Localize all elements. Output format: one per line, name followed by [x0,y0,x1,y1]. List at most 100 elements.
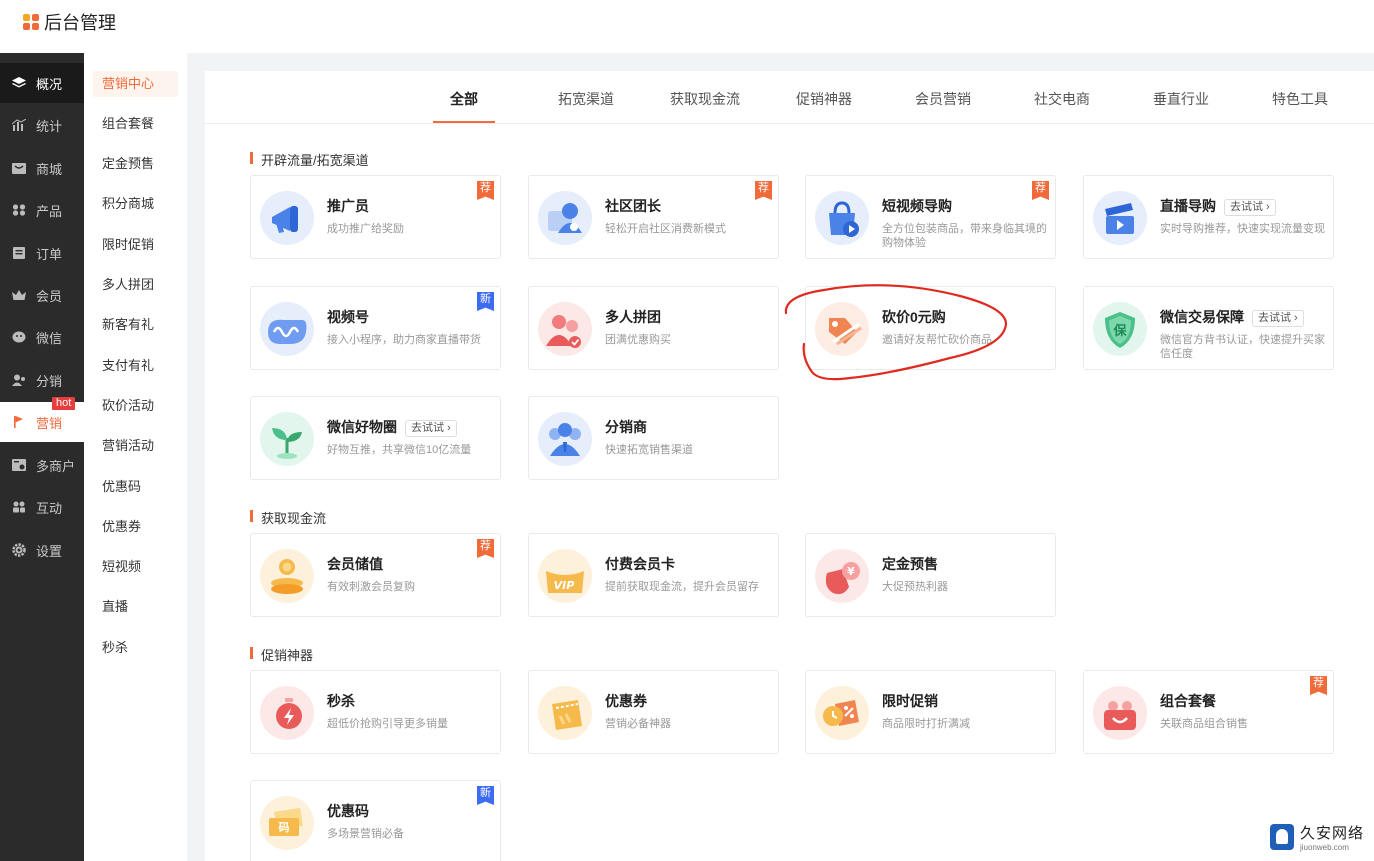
sidebar-item-overview[interactable]: 概况 [0,63,84,103]
card-seckill[interactable]: 秒杀 超低价抢购引导更多销量 [250,670,501,754]
shield-icon: 保 [1093,302,1147,356]
card-desc: 超低价抢购引导更多销量 [327,718,448,730]
recommend-badge: 荐 [477,181,494,200]
subnav-item-campaigns[interactable]: 营销活动 [93,433,178,459]
try-it-button[interactable]: 去试试 › [1252,310,1304,327]
sidebar-item-label: 商城 [36,161,63,177]
subnav-item-short-video[interactable]: 短视频 [93,554,178,580]
subnav-item-live[interactable]: 直播 [93,594,178,620]
recommend-badge: 荐 [477,539,494,558]
subnav-item-coupon[interactable]: 优惠券 [93,514,178,540]
shopping-bag-video-icon [815,191,869,245]
group-buy-icon [538,302,592,356]
sidebar-item-label: 会员 [36,288,63,304]
order-icon [11,246,27,260]
flag-icon [11,415,27,429]
card-bargain[interactable]: 砍价0元购 邀请好友帮忙砍价商品 [805,286,1056,370]
distributor-icon [538,412,592,466]
card-promoter[interactable]: 推广员 成功推广给奖励 荐 [250,175,501,259]
tab-special-tools[interactable]: 特色工具 [1272,89,1328,109]
card-coupon[interactable]: 优惠券 营销必备神器 [528,670,779,754]
tab-social-commerce[interactable]: 社交电商 [1034,89,1090,109]
price-tag-icon [815,302,869,356]
subnav-item-bundle[interactable]: 组合套餐 [93,111,178,137]
sidebar-item-order[interactable]: 订单 [0,233,84,273]
svg-text:保: 保 [1112,323,1127,339]
gift-bag-icon [1093,686,1147,740]
sidebar-item-label: 订单 [36,246,63,262]
card-wechat-good-things[interactable]: 微信好物圈 去试试 › 好物互推，共享微信10亿流量 [250,396,501,480]
section-title-promo-tools: 促销神器 [250,645,313,664]
subnav-item-promo-code[interactable]: 优惠码 [93,474,178,500]
card-title: 限时促销 [882,693,938,709]
tab-member-marketing[interactable]: 会员营销 [915,89,971,109]
subnav-item-marketing-center[interactable]: 营销中心 [93,71,178,97]
card-desc: 轻松开启社区消费新模式 [605,223,726,235]
tab-channels[interactable]: 拓宽渠道 [558,89,614,109]
card-title: 付费会员卡 [605,556,675,572]
tab-all[interactable]: 全部 [450,89,478,109]
card-title: 分销商 [605,419,647,435]
card-title: 砍价0元购 [882,309,946,325]
card-live-guide[interactable]: 直播导购 去试试 › 实时导购推荐，快速实现流量变现 [1083,175,1334,259]
sidebar-item-multi-merchant[interactable]: 多商户 [0,445,84,485]
subnav-item-new-customer-gift[interactable]: 新客有礼 [93,312,178,338]
card-video-channel[interactable]: 视频号 接入小程序，助力商家直播带货 新 [250,286,501,370]
subnav-item-payment-gift[interactable]: 支付有礼 [93,353,178,379]
layers-icon [11,76,27,90]
section-title-channels: 开辟流量/拓宽渠道 [250,150,369,169]
discount-clock-icon [815,686,869,740]
sidebar-item-marketing[interactable]: 营销 hot [0,397,84,442]
sidebar-item-settings[interactable]: 设置 [0,530,84,570]
card-desc: 全方位包装商品，带来身临其境的购物体验 [882,223,1047,249]
card-community-leader[interactable]: 社区团长 轻松开启社区消费新模式 荐 [528,175,779,259]
svg-text:¥: ¥ [847,565,855,578]
card-group-buy[interactable]: 多人拼团 团满优惠购买 [528,286,779,370]
sidebar-item-interact[interactable]: 互动 [0,487,84,527]
megaphone-icon [260,191,314,245]
subnav-item-flash-promo[interactable]: 限时促销 [93,232,178,258]
code-ticket-icon: 码 [260,796,314,850]
sidebar-item-store[interactable]: 商城 [0,148,84,188]
subnav-item-group-buy[interactable]: 多人拼团 [93,272,178,298]
card-bundle[interactable]: 组合套餐 关联商品组合销售 荐 [1083,670,1334,754]
subnav-item-bargain[interactable]: 砍价活动 [93,393,178,419]
tab-cashflow[interactable]: 获取现金流 [670,89,740,109]
sidebar-item-product[interactable]: 产品 [0,190,84,230]
subnav-item-points-mall[interactable]: 积分商城 [93,191,178,217]
recommend-badge: 荐 [1032,181,1049,200]
chart-icon [11,118,27,132]
sidebar-item-distribution[interactable]: 分销 [0,360,84,400]
wechat-icon [11,330,27,344]
app-logo[interactable]: 后台管理 [23,9,116,35]
card-deposit-presale[interactable]: ¥ 定金预售 大促预热利器 [805,533,1056,617]
sidebar-item-stats[interactable]: 统计 [0,105,84,145]
try-it-button[interactable]: 去试试 › [1224,199,1276,216]
card-paid-membership[interactable]: VIP 付费会员卡 提前获取现金流，提升会员留存 [528,533,779,617]
sidebar-item-label: 产品 [36,203,63,219]
card-wechat-trade-guarantee[interactable]: 保 微信交易保障 去试试 › 微信官方背书认证，快速提升买家信任度 [1083,286,1334,370]
card-member-recharge[interactable]: 会员储值 有效刺激会员复购 荐 [250,533,501,617]
try-it-button[interactable]: 去试试 › [405,420,457,437]
hot-badge: hot [52,397,76,410]
card-title: 优惠码 [327,803,369,819]
card-desc: 接入小程序，助力商家直播带货 [327,334,481,346]
sidebar-item-member[interactable]: 会员 [0,275,84,315]
subnav-item-deposit-presale[interactable]: 定金预售 [93,151,178,177]
card-flash-promo[interactable]: 限时促销 商品限时打折满减 [805,670,1056,754]
svg-text:码: 码 [279,821,290,834]
sidebar-item-label: 多商户 [36,458,76,474]
video-channel-icon [260,302,314,356]
card-short-video-guide[interactable]: 短视频导购 全方位包装商品，带来身临其境的购物体验 荐 [805,175,1056,259]
sidebar-item-label: 设置 [36,543,63,559]
watermark-url: jiuonweb.com [1300,843,1349,852]
subnav-item-seckill[interactable]: 秒杀 [93,635,178,661]
tab-vertical[interactable]: 垂直行业 [1153,89,1209,109]
card-title: 直播导购 去试试 › [1160,196,1276,216]
card-promo-code[interactable]: 码 优惠码 多场景营销必备 新 [250,780,501,861]
new-badge: 新 [477,292,494,311]
sprout-icon [260,412,314,466]
sidebar-item-wechat[interactable]: 微信 [0,317,84,357]
tab-promo-tools[interactable]: 促销神器 [796,89,852,109]
card-distributor[interactable]: 分销商 快速拓宽销售渠道 [528,396,779,480]
